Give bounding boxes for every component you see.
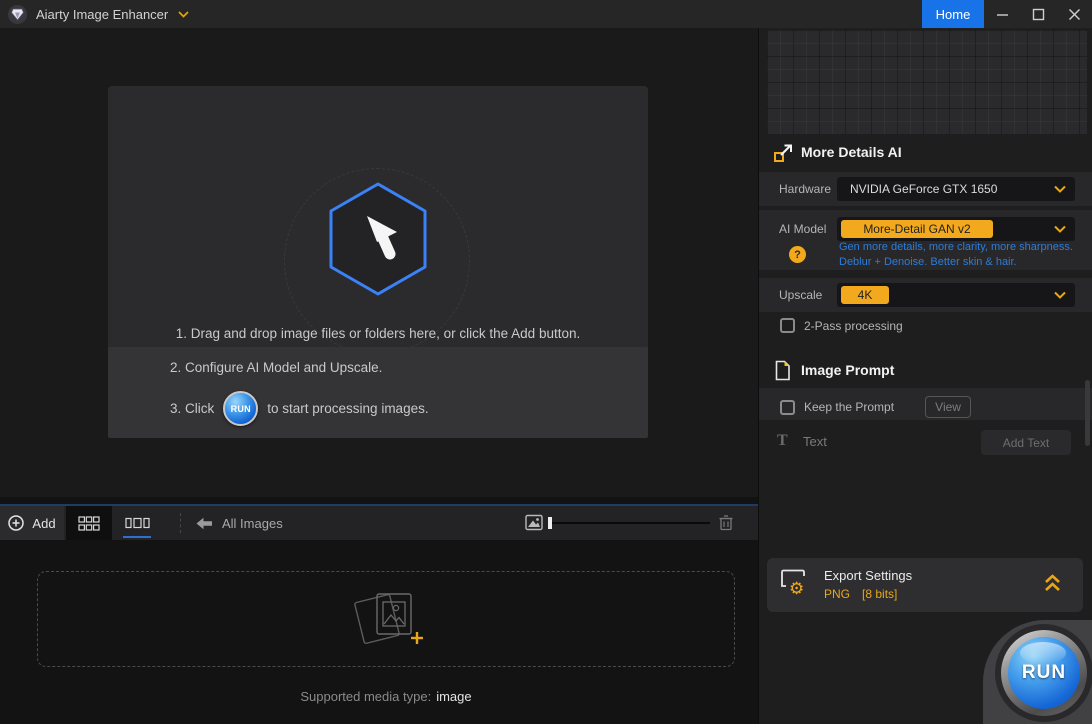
add-button-label: Add [32, 516, 55, 531]
two-pass-label: 2-Pass processing [804, 319, 903, 333]
upscale-row: Upscale 4K [759, 278, 1092, 312]
ai-model-description-line2: Deblur + Denoise. Better skin & hair. [839, 255, 1073, 270]
maximize-button[interactable] [1020, 0, 1056, 28]
gear-icon: ⚙ [789, 579, 804, 597]
plus-circle-icon [8, 515, 24, 531]
more-details-title: More Details AI [801, 144, 902, 160]
grid-view-button[interactable] [66, 506, 112, 540]
instruction-substeps-box: 2. Configure AI Model and Upscale. 3. Cl… [108, 347, 648, 438]
secondary-drop-zone[interactable] [37, 571, 735, 667]
more-details-icon [773, 142, 794, 163]
ai-model-value: More-Detail GAN v2 [841, 220, 993, 238]
close-button[interactable] [1056, 0, 1092, 28]
thumbnail-size-slider[interactable] [548, 522, 710, 524]
ai-model-description-line1: Gen more details, more clarity, more sha… [839, 240, 1073, 255]
keep-prompt-label: Keep the Prompt [804, 400, 894, 414]
export-settings-panel[interactable]: ⚙ Export Settings PNG [8 bits] [767, 558, 1083, 612]
back-arrow-icon [196, 517, 213, 530]
instruction-step-3-prefix: 3. Click [170, 401, 214, 416]
settings-panel: More Details AI Hardware NVIDIA GeForce … [758, 28, 1092, 724]
thumbnail-size-slider-handle[interactable] [548, 517, 552, 529]
supported-media-label: Supported media type: [300, 689, 431, 704]
instruction-step-3-suffix: to start processing images. [267, 401, 428, 416]
view-prompt-button[interactable]: View [925, 396, 971, 418]
drop-cursor-icon [323, 178, 433, 305]
list-view-icon [125, 517, 150, 529]
add-button[interactable]: Add [0, 506, 64, 540]
supported-media-value: image [436, 689, 471, 704]
help-icon[interactable]: ? [789, 246, 806, 263]
upscale-select[interactable]: 4K [837, 283, 1075, 307]
add-text-button[interactable]: Add Text [981, 430, 1071, 455]
chevron-down-icon [1054, 185, 1066, 193]
keep-prompt-checkbox[interactable] [780, 400, 795, 415]
instruction-step-2: 2. Configure AI Model and Upscale. [170, 360, 382, 375]
chevron-down-icon [1054, 291, 1066, 299]
run-button[interactable]: RUN [1001, 630, 1087, 716]
export-settings-icon: ⚙ [779, 567, 813, 597]
app-window: Aiarty Image Enhancer Home [0, 0, 1092, 724]
grid-view-icon [78, 516, 100, 531]
upscale-label: Upscale [779, 288, 822, 302]
export-bits-value: [8 bits] [862, 587, 897, 601]
app-title: Aiarty Image Enhancer [36, 7, 168, 22]
thumbnail-size-icon [525, 514, 543, 536]
minimize-button[interactable] [984, 0, 1020, 28]
preview-area: 1. Drag and drop image files or folders … [0, 28, 758, 497]
app-logo-icon [8, 5, 27, 24]
chevron-down-icon [1054, 225, 1066, 233]
image-filter[interactable]: All Images [196, 506, 283, 540]
image-prompt-title: Image Prompt [801, 362, 894, 378]
hardware-value: NVIDIA GeForce GTX 1650 [850, 182, 997, 196]
export-settings-title: Export Settings [824, 568, 912, 583]
text-tool-icon: T [777, 432, 788, 450]
image-filter-label: All Images [222, 516, 283, 531]
home-button[interactable]: Home [922, 0, 984, 28]
main-workspace: 1. Drag and drop image files or folders … [0, 28, 758, 724]
text-row: T Text Add Text [759, 430, 1092, 456]
two-pass-row[interactable]: 2-Pass processing [780, 318, 903, 333]
supported-media-note: Supported media type: image [0, 689, 772, 704]
instruction-step-3: 3. Click RUN to start processing images. [170, 391, 429, 426]
file-list-area: Supported media type: image [0, 540, 758, 724]
toolbar-separator [180, 513, 181, 533]
export-format: PNG [8 bits] [824, 587, 909, 601]
add-images-icon [343, 586, 429, 652]
list-view-active-underline [123, 536, 151, 538]
ai-model-row: AI Model More-Detail GAN v2 ? Gen more d… [759, 210, 1092, 270]
list-view-button[interactable] [114, 506, 160, 540]
hardware-label: Hardware [779, 182, 831, 196]
titlebar: Aiarty Image Enhancer Home [0, 0, 1092, 28]
keep-prompt-control[interactable]: Keep the Prompt View [780, 396, 971, 418]
delete-all-icon[interactable] [718, 514, 734, 536]
run-button-face: RUN [1008, 637, 1080, 709]
text-label: Text [803, 434, 827, 449]
more-details-header: More Details AI [759, 140, 1092, 164]
two-pass-checkbox[interactable] [780, 318, 795, 333]
hardware-row: Hardware NVIDIA GeForce GTX 1650 [759, 172, 1092, 206]
panel-scrollbar[interactable] [1085, 380, 1090, 446]
document-icon [773, 360, 791, 381]
preview-placeholder [767, 30, 1087, 134]
hardware-select[interactable]: NVIDIA GeForce GTX 1650 [837, 177, 1075, 201]
instruction-step-1: 1. Drag and drop image files or folders … [108, 326, 648, 341]
run-button-label: RUN [1022, 662, 1066, 684]
image-prompt-header: Image Prompt [759, 358, 1092, 382]
run-badge-icon: RUN [223, 391, 258, 426]
library-toolbar: Add All Images [0, 504, 758, 540]
export-format-value: PNG [824, 587, 850, 601]
ai-model-select[interactable]: More-Detail GAN v2 [837, 217, 1075, 241]
collapse-chevron-icon[interactable] [1044, 573, 1061, 598]
keep-prompt-row: Keep the Prompt View [759, 388, 1092, 420]
ai-model-label: AI Model [779, 222, 826, 236]
ai-model-description: Gen more details, more clarity, more sha… [839, 240, 1073, 270]
upscale-value: 4K [841, 286, 889, 304]
app-menu-chevron-icon[interactable] [178, 11, 189, 18]
divider-strip [0, 497, 758, 504]
